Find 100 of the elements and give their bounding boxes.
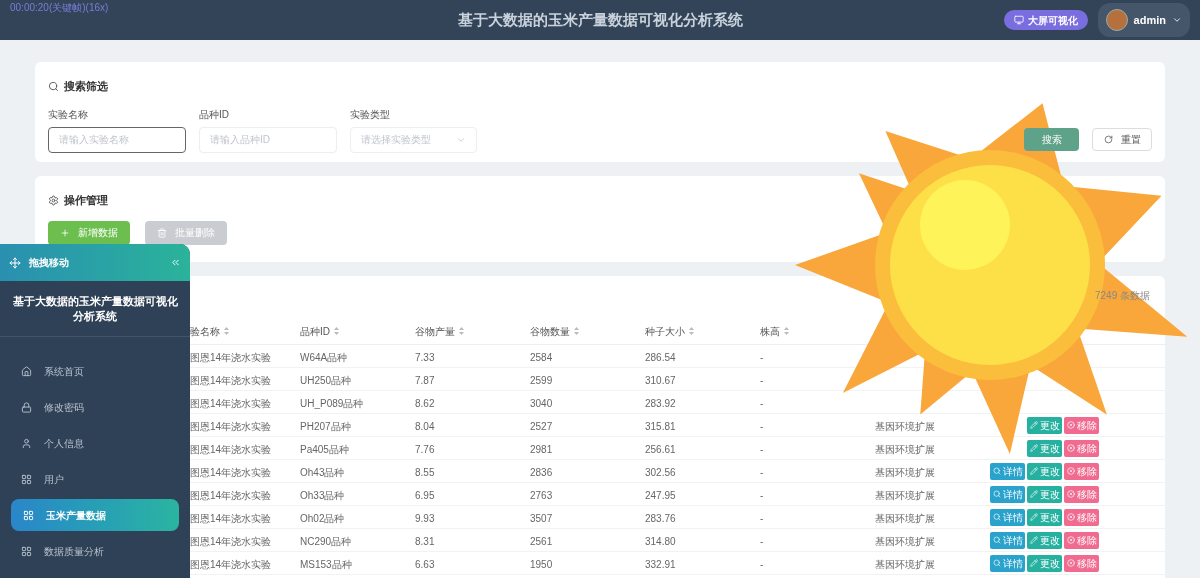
nav-item[interactable]: 数据质量分析 [11, 535, 179, 567]
table-cell: 基因环境扩展 [875, 536, 935, 547]
search-button[interactable]: 搜索 [1024, 127, 1079, 151]
edit-button[interactable]: 更改 [1027, 485, 1062, 503]
user-icon [21, 437, 32, 449]
edit-button[interactable]: 更改 [1027, 531, 1062, 549]
column-header[interactable]: 谷物产量 [415, 323, 455, 339]
nav-item[interactable]: 个人信息 [11, 427, 179, 459]
column-header[interactable]: 验名称 [190, 323, 220, 339]
details-button[interactable]: 详情 [990, 485, 1025, 503]
trash-icon [157, 227, 167, 238]
table-cell: - [760, 559, 764, 570]
table-cell: - [760, 490, 764, 501]
sort-icon [574, 327, 579, 335]
table-cell: Pa405品种 [300, 444, 349, 455]
add-data-button[interactable]: 新增数据 [48, 220, 130, 245]
table-cell: 9.93 [415, 513, 435, 524]
table-cell: 图恩14年浇水实验 [190, 559, 272, 570]
table-cell: UH_P089品种 [300, 398, 364, 409]
recorder-text: 00:00:20(关键帧)(16x) [10, 1, 110, 15]
grid-icon [23, 509, 34, 521]
remove-button[interactable]: 移除 [1064, 508, 1099, 526]
details-button[interactable]: 详情 [990, 554, 1025, 572]
close-icon [1066, 536, 1075, 544]
table-cell: - [760, 467, 764, 478]
section-title: 搜索筛选 [64, 79, 108, 94]
remove-button[interactable]: 移除 [1064, 462, 1099, 480]
pencil-icon [1029, 513, 1038, 521]
details-button[interactable]: 详情 [990, 531, 1025, 549]
table-cell: - [760, 421, 764, 432]
big-screen-button[interactable]: 大屏可视化 [1003, 10, 1088, 30]
table-cell: 图恩14年浇水实验 [190, 490, 272, 501]
details-button[interactable]: 详情 [990, 462, 1025, 480]
pencil-icon [1029, 467, 1038, 475]
home-icon [21, 365, 32, 377]
nav-item[interactable]: 玉米产量数据 [11, 499, 179, 531]
nav-item[interactable]: 修改密码 [11, 391, 179, 423]
edit-button[interactable]: 更改 [1027, 439, 1062, 457]
table-cell: 283.92 [645, 398, 676, 409]
close-icon [1066, 513, 1075, 521]
details-button[interactable]: 详情 [990, 508, 1025, 526]
lock-icon [21, 401, 32, 413]
collapse-icon[interactable] [170, 257, 181, 268]
table-cell: Oh02品种 [300, 513, 345, 524]
drag-label: 拖拽移动 [29, 256, 70, 270]
sort-icon [459, 327, 464, 335]
sort-icon [224, 327, 229, 335]
remove-button[interactable]: 移除 [1064, 416, 1099, 434]
section-title: 操作管理 [64, 193, 108, 208]
close-icon [1066, 467, 1075, 475]
user-menu[interactable]: admin [1097, 3, 1190, 37]
edit-button[interactable]: 更改 [1027, 462, 1062, 480]
column-header[interactable]: 品种ID [300, 323, 330, 339]
nav-item[interactable]: 用户 [11, 463, 179, 495]
table-cell: 基因环境扩展 [875, 513, 935, 524]
edit-button[interactable]: 更改 [1027, 416, 1062, 434]
table-cell: 基因环境扩展 [875, 559, 935, 570]
table-cell: 6.95 [415, 490, 435, 501]
edit-button[interactable]: 更改 [1027, 508, 1062, 526]
table-cell: 图恩14年浇水实验 [190, 375, 272, 386]
table-cell: 247.95 [645, 490, 676, 501]
table-cell: 8.31 [415, 536, 435, 547]
pencil-icon [1029, 536, 1038, 544]
column-header[interactable]: 种子大小 [645, 323, 685, 339]
column-header[interactable]: 谷物数量 [530, 323, 570, 339]
grid-icon [21, 473, 32, 485]
table-cell: 2584 [530, 352, 553, 363]
table-cell: 图恩14年浇水实验 [190, 444, 272, 455]
table-cell: Oh33品种 [300, 490, 345, 501]
table-cell: 256.61 [645, 444, 676, 455]
remove-button[interactable]: 移除 [1064, 554, 1099, 572]
table-cell: 2599 [530, 375, 553, 386]
table-cell: 基因环境扩展 [875, 490, 935, 501]
app-title: 基于大数据的玉米产量数据可视化分析系统 [456, 9, 744, 30]
remove-button[interactable]: 移除 [1064, 485, 1099, 503]
refresh-icon [1103, 134, 1113, 144]
table-cell: 315.81 [645, 421, 676, 432]
pencil-icon [1029, 490, 1038, 498]
avatar [1105, 9, 1128, 31]
plus-icon [60, 227, 70, 238]
reset-button[interactable]: 重置 [1092, 127, 1152, 151]
search-icon [48, 80, 59, 92]
search-icon [992, 559, 1001, 567]
pencil-icon [1029, 559, 1038, 567]
remove-button[interactable]: 移除 [1064, 531, 1099, 549]
search-icon [992, 490, 1001, 498]
field-label: 实验名称 [48, 107, 89, 122]
column-header[interactable]: 株高 [760, 323, 780, 339]
table-cell: - [760, 398, 764, 409]
close-icon [1066, 559, 1075, 567]
table-cell: Oh43品种 [300, 467, 345, 478]
field-label: 实验类型 [350, 107, 391, 122]
table-cell: W64A品种 [300, 352, 348, 363]
nav-item[interactable]: 系统首页 [11, 355, 179, 387]
sort-icon [689, 327, 694, 335]
table-cell: 基因环境扩展 [875, 421, 935, 432]
remove-button[interactable]: 移除 [1064, 439, 1099, 457]
close-icon [1066, 444, 1075, 452]
edit-button[interactable]: 更改 [1027, 554, 1062, 572]
table-cell: - [760, 352, 764, 363]
